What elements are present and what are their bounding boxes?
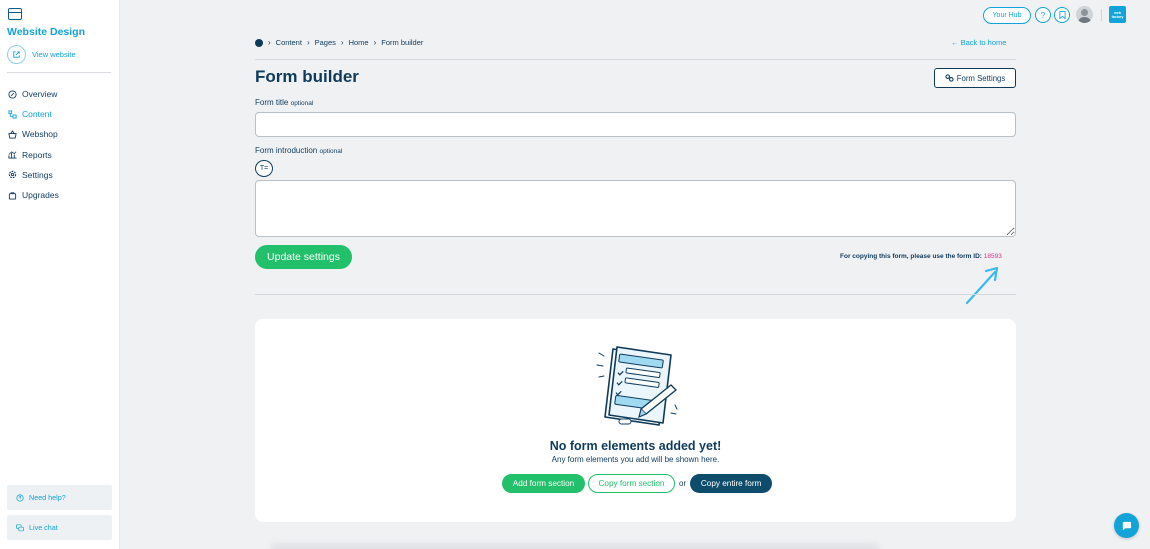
chevron-right-icon: › [306,38,310,47]
sidebar-item-settings[interactable]: Settings [8,165,59,185]
breadcrumb-item[interactable]: Home [349,38,369,47]
form-id-value: 18593 [983,253,1002,260]
breadcrumb: › Content › Pages › Home › Form builder [255,38,423,47]
form-intro-label: Form introduction optional [255,146,342,155]
bookmark-icon [1058,11,1066,19]
text-format-button[interactable]: T= [255,160,273,177]
form-settings-button[interactable]: Form Settings [934,68,1016,88]
sidebar-title: Website Design [7,26,85,38]
view-website-label: View website [32,50,76,59]
text-format-icon: T= [259,165,269,172]
optional-tag: optional [290,100,314,107]
form-intro-label-text: Form introduction [255,146,318,155]
breadcrumb-current: Form builder [381,38,424,47]
live-chat-button[interactable]: Live chat [7,515,112,540]
empty-state-title: No form elements added yet! [549,439,722,453]
help-icon [16,493,24,502]
help-button[interactable]: ? [1035,7,1051,23]
sidebar-item-webshop[interactable]: Webshop [8,124,59,144]
content-icon [8,110,17,119]
chevron-right-icon: › [340,38,344,47]
header-divider [1101,9,1102,21]
view-website-link[interactable]: View website [7,45,76,64]
header-divider-line [255,59,1016,60]
form-title-label-text: Form title [255,98,289,107]
chat-icon [16,523,24,531]
chevron-right-icon: › [373,38,377,47]
chat-bubble-icon [1122,521,1132,531]
form-title-input[interactable] [255,112,1016,137]
live-chat-label: Live chat [29,523,58,532]
copy-entire-form-button[interactable]: Copy entire form [690,474,773,493]
chevron-right-icon: › [268,38,271,47]
your-hub-button[interactable]: Your Hub [983,7,1031,24]
form-document-illustration-icon [596,346,678,426]
sidebar-item-label: Content [22,109,52,120]
bookmark-button[interactable] [1054,7,1070,23]
brand-logo: web factory [1109,6,1126,23]
chat-launcher-button[interactable] [1114,513,1139,538]
need-help-label: Need help? [29,493,66,502]
update-settings-button[interactable]: Update settings [255,245,352,269]
sidebar-divider [7,72,111,73]
next-card-edge [270,543,880,549]
form-elements-card: No form elements added yet! Any form ele… [255,319,1016,522]
copy-form-note-text: For copying this form, please use the fo… [840,253,982,260]
gears-icon [945,74,954,82]
webshop-icon [8,130,17,139]
sidebar-item-reports[interactable]: Reports [8,145,59,165]
avatar[interactable] [1076,6,1093,23]
sidebar-item-label: Upgrades [22,190,59,201]
or-separator: or [679,479,687,488]
sidebar-item-upgrades[interactable]: Upgrades [8,185,59,205]
form-intro-textarea[interactable] [255,180,1016,237]
sidebar-item-label: Overview [22,89,58,100]
empty-state-actions: Add form section Copy form section or Co… [502,474,773,493]
page-title: Form builder [255,67,359,86]
reports-icon [8,151,17,159]
upgrades-icon [8,191,17,200]
optional-tag: optional [319,148,343,155]
annotation-arrow-icon [965,266,999,305]
sidebar-nav: Overview Content Webshop Reports Setting… [8,84,59,205]
home-icon[interactable] [255,38,263,47]
website-icon [8,8,22,20]
need-help-button[interactable]: Need help? [7,485,112,510]
copy-form-section-button[interactable]: Copy form section [588,474,675,493]
settings-icon [8,171,17,179]
copy-form-note: For copying this form, please use the fo… [840,253,1002,260]
question-icon: ? [1040,10,1046,20]
sidebar-item-label: Reports [22,149,52,160]
section-divider [255,294,1016,295]
add-form-section-button[interactable]: Add form section [502,474,585,493]
sidebar-item-label: Webshop [22,129,58,140]
sidebar-item-label: Settings [22,169,53,180]
form-title-label: Form title optional [255,98,313,107]
sidebar: Website Design View website Overview Con… [0,0,120,549]
sidebar-item-overview[interactable]: Overview [8,84,59,104]
sidebar-item-content[interactable]: Content [8,104,59,124]
breadcrumb-item[interactable]: Content [276,38,302,47]
overview-icon [8,90,17,99]
breadcrumb-item[interactable]: Pages [315,38,336,47]
back-to-home-link[interactable]: ← Back to home [951,38,1006,47]
empty-state-subtitle: Any form elements you add will be shown … [551,455,720,464]
form-settings-label: Form Settings [956,73,1006,83]
external-link-icon [7,45,26,64]
